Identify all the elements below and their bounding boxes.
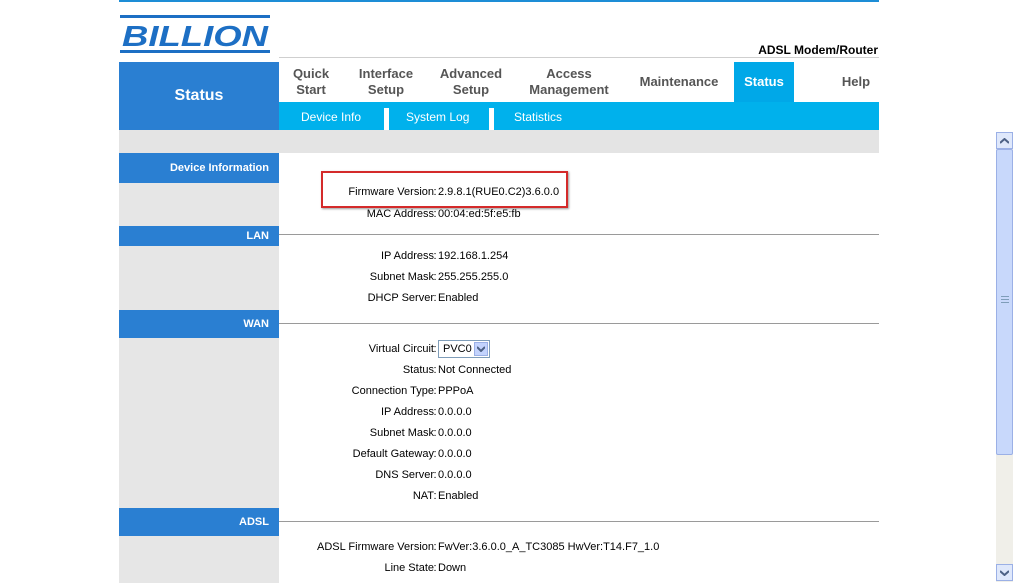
nav-label: Start xyxy=(296,82,326,97)
row-label: DHCP Server xyxy=(367,292,434,304)
row-value: FwVer:3.6.0.0_A_TC3085 HwVer:T14.F7_1.0 xyxy=(438,541,660,553)
row-label: ADSL Firmware Version xyxy=(317,541,434,553)
row-lan-ip-address: IP Address : 192.168.1.254 xyxy=(279,250,879,266)
row-label: NAT xyxy=(412,490,434,502)
nav-label: Status xyxy=(744,74,784,89)
subnav-system-log[interactable]: System Log xyxy=(406,102,469,130)
row-label: Virtual Circuit xyxy=(368,343,434,355)
nav-label: Interface xyxy=(358,66,414,81)
row-wan-subnet-mask: Subnet Mask : 0.0.0.0 xyxy=(279,427,879,443)
main-nav: Quick Start Interface Setup Advanced Setup … xyxy=(279,62,879,102)
row-default-gateway: Default Gateway : 0.0.0.0 xyxy=(279,448,879,464)
top-border xyxy=(119,0,879,2)
billion-logo: BILLION xyxy=(120,15,270,53)
nav-status[interactable]: Status xyxy=(734,62,794,102)
nav-label: Access xyxy=(546,66,592,81)
chevron-down-icon[interactable] xyxy=(474,342,488,356)
row-label: DNS Server xyxy=(375,469,434,481)
nav-label: Maintenance xyxy=(639,74,719,89)
section-divider xyxy=(279,234,879,235)
subnav-device-info[interactable]: Device Info xyxy=(301,102,361,130)
nav-label: Quick xyxy=(292,66,330,81)
row-wan-status: Status : Not Connected xyxy=(279,364,879,380)
product-name: ADSL Modem/Router xyxy=(758,43,878,57)
row-label: IP Address xyxy=(381,406,434,418)
header-divider xyxy=(279,57,879,58)
grip-line xyxy=(1001,299,1009,300)
sub-nav: Device Info System Log Statistics xyxy=(279,102,879,130)
firmware-highlight-box xyxy=(321,171,568,208)
row-connection-type: Connection Type : PPPoA xyxy=(279,385,879,401)
virtual-circuit-select[interactable]: PVC0 xyxy=(438,340,490,358)
row-value: 255.255.255.0 xyxy=(438,271,509,283)
row-wan-ip-address: IP Address : 0.0.0.0 xyxy=(279,406,879,422)
nav-label: Help xyxy=(841,74,871,89)
row-mac-address: MAC Address : 00:04:ed:5f:e5:fb xyxy=(279,208,879,224)
row-virtual-circuit: Virtual Circuit : PVC0 xyxy=(279,340,879,359)
row-label: Connection Type xyxy=(351,385,434,397)
content-top-bar xyxy=(119,130,879,153)
subnav-separator xyxy=(384,108,389,130)
section-wan: WAN xyxy=(119,310,279,338)
row-label: MAC Address xyxy=(366,208,434,220)
row-label: Subnet Mask xyxy=(369,271,434,283)
row-value: Enabled xyxy=(438,292,479,304)
subnav-separator xyxy=(489,108,494,130)
row-value: Enabled xyxy=(438,490,479,502)
nav-advanced-setup[interactable]: Advanced Setup xyxy=(431,62,511,102)
row-label: Line State xyxy=(384,562,434,574)
nav-label: Setup xyxy=(452,82,490,97)
chevron-up-icon xyxy=(1000,137,1009,144)
scroll-up-button[interactable] xyxy=(996,132,1013,149)
scrollbar-thumb[interactable] xyxy=(996,149,1013,455)
row-line-state: Line State : Down xyxy=(279,562,879,578)
scroll-down-button[interactable] xyxy=(996,564,1013,581)
select-value: PVC0 xyxy=(443,343,472,355)
row-nat: NAT : Enabled xyxy=(279,490,879,506)
row-value: 0.0.0.0 xyxy=(438,406,472,418)
row-value: 0.0.0.0 xyxy=(438,469,472,481)
row-lan-subnet-mask: Subnet Mask : 255.255.255.0 xyxy=(279,271,879,287)
logo-text: BILLION xyxy=(122,21,269,53)
section-adsl: ADSL xyxy=(119,508,279,536)
vertical-scrollbar[interactable] xyxy=(996,132,1013,582)
chevron-down-icon xyxy=(1000,569,1009,576)
section-divider xyxy=(279,323,879,324)
row-value: 0.0.0.0 xyxy=(438,448,472,460)
section-divider xyxy=(279,521,879,522)
nav-label: Setup xyxy=(367,82,405,97)
nav-quick-start[interactable]: Quick Start xyxy=(279,62,343,102)
row-label: Subnet Mask xyxy=(369,427,434,439)
row-value: Not Connected xyxy=(438,364,512,376)
nav-help[interactable]: Help xyxy=(824,62,888,102)
nav-maintenance[interactable]: Maintenance xyxy=(629,62,729,102)
row-value: Down xyxy=(438,562,467,574)
row-dhcp-server: DHCP Server : Enabled xyxy=(279,292,879,308)
row-label: Status xyxy=(402,364,434,376)
row-value: 00:04:ed:5f:e5:fb xyxy=(438,208,521,220)
row-label: Default Gateway xyxy=(352,448,434,460)
page-section-title: Status xyxy=(119,62,279,130)
section-lan: LAN xyxy=(119,226,279,246)
row-dns-server: DNS Server : 0.0.0.0 xyxy=(279,469,879,485)
grip-line xyxy=(1001,302,1009,303)
row-value: PPPoA xyxy=(438,385,474,397)
row-value: 0.0.0.0 xyxy=(438,427,472,439)
nav-label: Advanced xyxy=(439,66,503,81)
nav-label: Management xyxy=(529,82,609,97)
nav-interface-setup[interactable]: Interface Setup xyxy=(347,62,425,102)
row-adsl-firmware-version: ADSL Firmware Version : FwVer:3.6.0.0_A_… xyxy=(279,541,879,557)
nav-access-management[interactable]: Access Management xyxy=(519,62,619,102)
row-value: 192.168.1.254 xyxy=(438,250,509,262)
grip-line xyxy=(1001,296,1009,297)
section-device-information: Device Information xyxy=(119,153,279,183)
row-label: IP Address xyxy=(381,250,434,262)
subnav-statistics[interactable]: Statistics xyxy=(514,102,562,130)
